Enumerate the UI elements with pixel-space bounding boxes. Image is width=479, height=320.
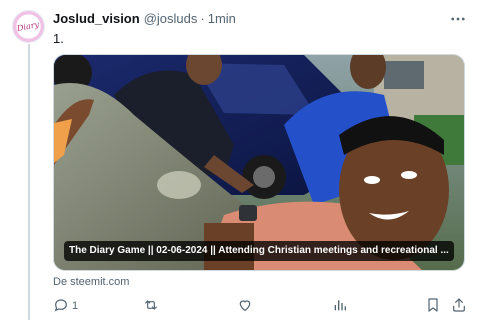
timestamp[interactable]: 1min (208, 10, 236, 28)
avatar-logo-text: Diary (16, 19, 41, 34)
card-title: The Diary Game || 02-06-2024 || Attendin… (64, 241, 454, 261)
link-card[interactable]: The Diary Game || 02-06-2024 || Attendin… (53, 54, 465, 271)
avatar[interactable]: Diary (12, 10, 45, 43)
separator-dot: · (200, 11, 205, 26)
reply-icon (53, 297, 69, 316)
like-icon (237, 297, 253, 316)
retweet-button[interactable] (143, 296, 162, 316)
share-icon (451, 297, 467, 316)
share-button[interactable] (451, 296, 467, 316)
card-source[interactable]: De steemit.com (53, 275, 129, 289)
user-handle[interactable]: @josluds (144, 10, 198, 28)
retweet-icon (143, 297, 159, 316)
reply-count: 1 (72, 300, 79, 312)
reply-button[interactable]: 1 (53, 296, 78, 316)
like-button[interactable] (237, 296, 256, 316)
thread-line (28, 44, 30, 320)
action-bar: 1 (53, 296, 467, 316)
tweet-text: 1. (53, 31, 64, 46)
views-button[interactable] (332, 296, 351, 316)
tweet-header: Joslud_vision @josluds · 1min (53, 10, 469, 28)
display-name[interactable]: Joslud_vision (53, 10, 140, 28)
bookmark-icon (425, 297, 441, 316)
more-icon[interactable] (449, 10, 467, 28)
card-image (54, 55, 464, 270)
views-icon (332, 297, 348, 316)
bookmark-button[interactable] (425, 296, 441, 316)
